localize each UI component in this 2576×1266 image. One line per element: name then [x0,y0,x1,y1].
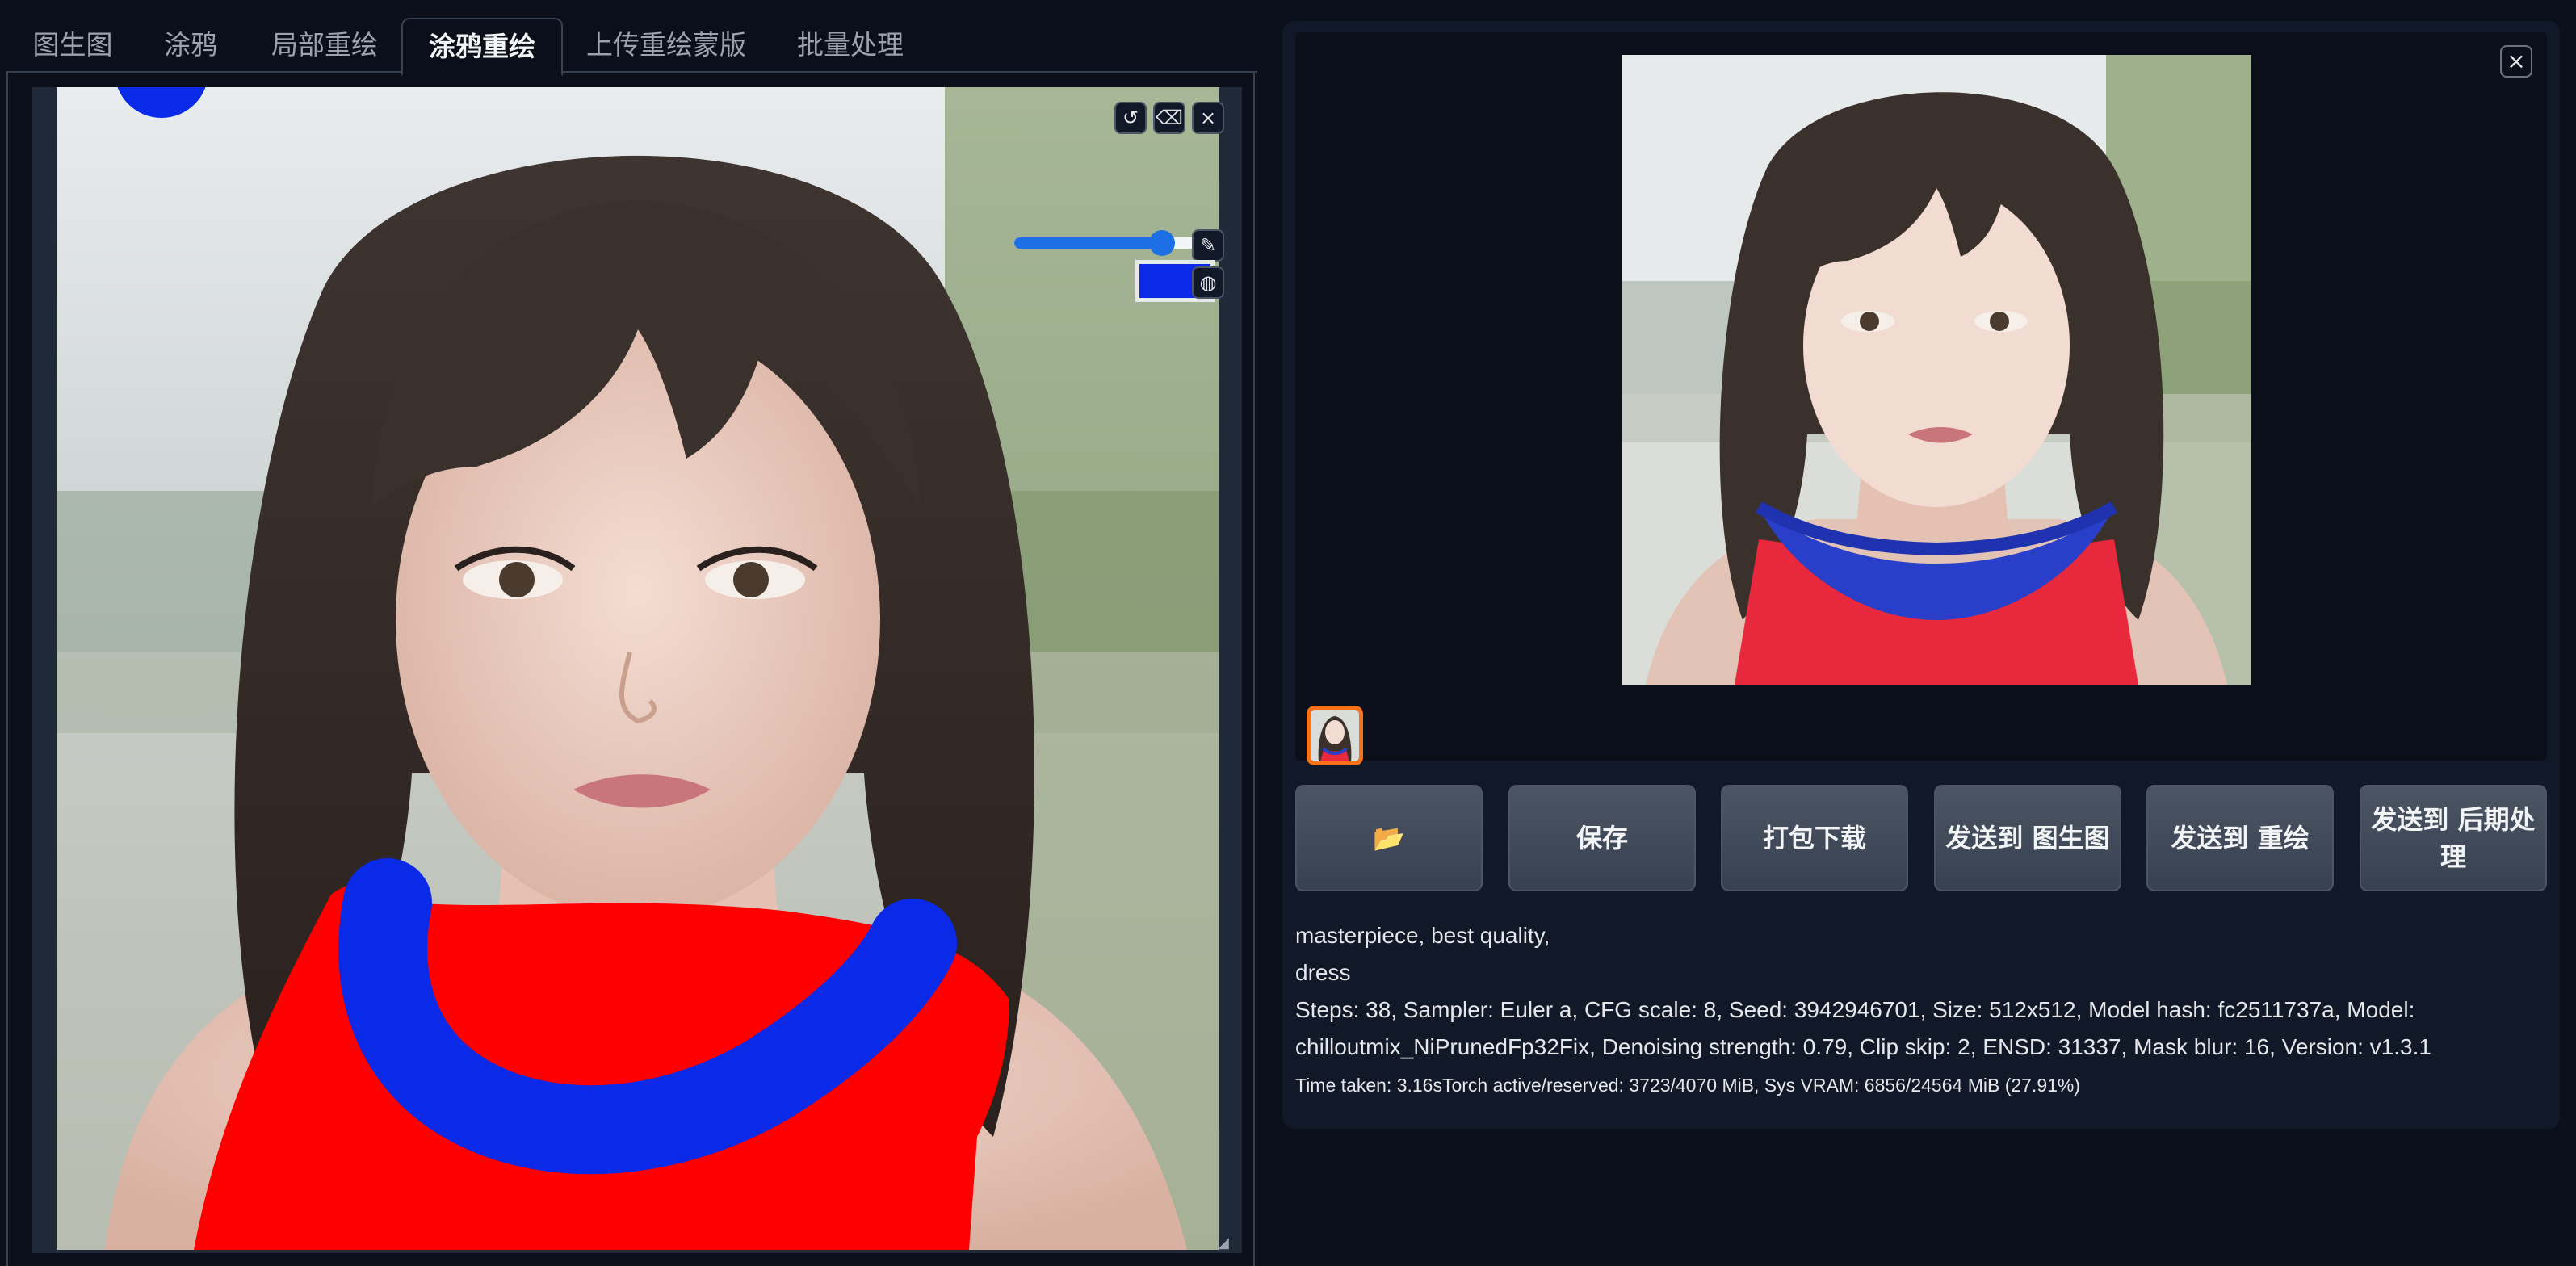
sketch-canvas[interactable] [57,87,1219,1250]
tab-inpaint[interactable]: 局部重绘 [257,18,392,73]
resize-handle-icon[interactable]: ◢ [1218,1235,1232,1250]
tab-inpaint-sketch[interactable]: 涂鸦重绘 [401,18,563,76]
send-to-inpaint-button[interactable]: 发送到 重绘 [2146,785,2334,891]
prompt-line-2: dress [1295,960,1351,985]
gallery-thumbnail[interactable] [1307,706,1363,765]
params-line-1: Steps: 38, Sampler: Euler a, CFG scale: … [1295,997,2415,1022]
palette-icon[interactable]: ◍ [1192,266,1224,299]
save-button[interactable]: 保存 [1508,785,1696,891]
close-icon[interactable]: × [1192,102,1224,134]
undo-icon[interactable]: ↺ [1114,102,1147,134]
send-to-img2img-button[interactable]: 发送到 图生图 [1934,785,2121,891]
sketch-editor-panel: ↺ ⌫ × ✎ ◍ ◢ [6,73,1255,1266]
tab-bar: 图生图 涂鸦 局部重绘 涂鸦重绘 上传重绘蒙版 批量处理 [0,18,1260,76]
eraser-icon[interactable]: ⌫ [1153,102,1185,134]
generation-info: masterpiece, best quality, dress Steps: … [1295,917,2539,1101]
tab-batch[interactable]: 批量处理 [782,18,919,73]
action-buttons: 📂 保存 打包下载 发送到 图生图 发送到 重绘 发送到 后期处理 [1295,785,2549,893]
output-panel: × 📂 保存 打包下载 发送到 图生图 发送到 重绘 发送到 后期处理 mast… [1282,21,2560,1129]
brush-size-fill [1014,237,1162,249]
canvas-frame: ↺ ⌫ × ✎ ◍ [32,87,1242,1253]
open-folder-button[interactable]: 📂 [1295,785,1483,891]
tab-sketch[interactable]: 涂鸦 [150,18,231,73]
zip-download-button[interactable]: 打包下载 [1721,785,1908,891]
brush-size-slider[interactable] [1014,230,1216,256]
tab-img2img[interactable]: 图生图 [16,18,129,73]
time-taken: Time taken: 3.16sTorch active/reserved: … [1295,1075,2081,1096]
tab-inpaint-upload[interactable]: 上传重绘蒙版 [575,18,757,73]
brush-size-thumb[interactable] [1148,230,1175,256]
output-gallery: × [1295,32,2547,765]
close-output-icon[interactable]: × [2500,45,2532,78]
params-line-2: chilloutmix_NiPrunedFp32Fix, Denoising s… [1295,1034,2431,1059]
generated-portrait [1622,55,2251,685]
generated-image[interactable] [1622,55,2251,685]
send-to-extras-button[interactable]: 发送到 后期处理 [2360,785,2547,891]
portrait-with-scribbles [57,87,1219,1250]
prompt-line-1: masterpiece, best quality, [1295,923,1550,948]
thumbnail-image [1311,710,1359,761]
brush-icon[interactable]: ✎ [1192,229,1224,262]
